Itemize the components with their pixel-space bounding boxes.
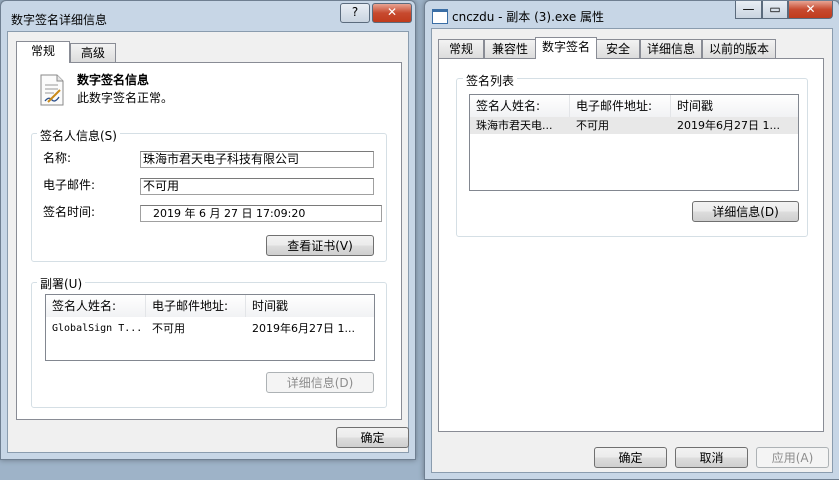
group-title: 副署(U) [37,275,86,292]
group-title: 签名列表 [463,72,518,89]
tab-general[interactable]: 常规 [438,39,484,58]
ok-button[interactable]: 确定 [336,427,409,448]
properties-window: cnczdu - 副本 (3).exe 属性 — ▭ ✕ 常规 兼容性 数字签名… [424,0,839,480]
column-header-signer[interactable]: 签名人姓名: [46,295,146,317]
help-icon: ? [351,5,359,19]
certificate-document-icon [38,74,66,106]
column-header-timestamp[interactable]: 时间戳 [671,95,798,117]
column-header-signer[interactable]: 签名人姓名: [470,95,570,117]
close-icon: ✕ [386,5,398,19]
tab-panel: 数字签名信息 此数字签名正常。 签名人信息(S) 名称: 珠海市君天电子科技有限… [16,62,402,420]
tab-details[interactable]: 详细信息 [640,39,702,58]
signature-details-window: 数字签名详细信息 ? ✕ 常规 高级 数字签名信息 此数字签名正常。 签名人信息… [0,0,416,460]
ok-button[interactable]: 确定 [594,447,667,468]
close-button[interactable]: ✕ [788,1,833,19]
dialog-body: 常规 高级 数字签名信息 此数字签名正常。 签名人信息(S) 名称: 珠海市君天… [7,31,409,453]
cell-signer: 珠海市君天电... [476,119,553,132]
view-certificate-button[interactable]: 查看证书(V) [266,235,374,256]
tab-panel: 签名列表 签名人姓名: 电子邮件地址: 时间戳 珠海市君天电... 不可用 20… [438,58,824,432]
window-title: 数字签名详细信息 [11,13,108,27]
cell-timestamp: 2019年6月27日 1... [677,119,780,132]
signing-time-label: 签名时间: [43,205,96,219]
minimize-button[interactable]: — [735,1,762,19]
close-icon: ✕ [805,2,816,16]
cell-timestamp: 2019年6月27日 1... [252,322,355,335]
tab-compatibility[interactable]: 兼容性 [484,39,536,58]
column-header-timestamp[interactable]: 时间戳 [246,295,374,317]
header-title: 数字签名信息 [77,73,150,87]
cancel-button[interactable]: 取消 [675,447,748,468]
apply-button[interactable]: 应用(A) [756,447,829,468]
group-title: 签名人信息(S) [37,127,120,144]
file-icon [432,9,448,24]
signature-list[interactable]: 签名人姓名: 电子邮件地址: 时间戳 珠海市君天电... 不可用 2019年6月… [469,94,799,191]
list-item[interactable]: GlobalSign T... 不可用 2019年6月27日 1... [46,320,374,337]
cell-signer: GlobalSign T... [52,323,143,334]
email-field[interactable]: 不可用 [140,178,374,195]
close-button[interactable]: ✕ [372,3,412,23]
cell-email: 不可用 [576,119,609,132]
window-title: cnczdu - 副本 (3).exe 属性 [452,10,605,24]
tab-general[interactable]: 常规 [16,41,70,63]
header-status: 此数字签名正常。 [77,91,174,105]
maximize-button[interactable]: ▭ [762,1,788,19]
countersignature-list[interactable]: 签名人姓名: 电子邮件地址: 时间戳 GlobalSign T... 不可用 2… [45,294,375,361]
column-header-email[interactable]: 电子邮件地址: [146,295,246,317]
tab-previous-versions[interactable]: 以前的版本 [702,39,776,58]
minimize-icon: — [742,2,755,16]
column-header-email[interactable]: 电子邮件地址: [570,95,671,117]
help-button[interactable]: ? [340,3,370,23]
details-button[interactable]: 详细信息(D) [266,372,374,393]
name-label: 名称: [43,151,72,165]
name-field[interactable]: 珠海市君天电子科技有限公司 [140,151,374,168]
dialog-body: 常规 兼容性 数字签名 安全 详细信息 以前的版本 签名列表 签名人姓名: 电子… [431,28,833,473]
signing-time-field[interactable]: 2019 年 6 月 27 日 17:09:20 [140,205,382,222]
email-label: 电子邮件: [43,178,96,192]
tab-advanced[interactable]: 高级 [70,43,116,62]
cell-email: 不可用 [152,322,185,335]
details-button[interactable]: 详细信息(D) [692,201,799,222]
list-item[interactable]: 珠海市君天电... 不可用 2019年6月27日 1... [470,117,798,134]
tab-digital-signatures[interactable]: 数字签名 [535,37,597,59]
tab-security[interactable]: 安全 [596,39,640,58]
maximize-icon: ▭ [769,2,781,16]
